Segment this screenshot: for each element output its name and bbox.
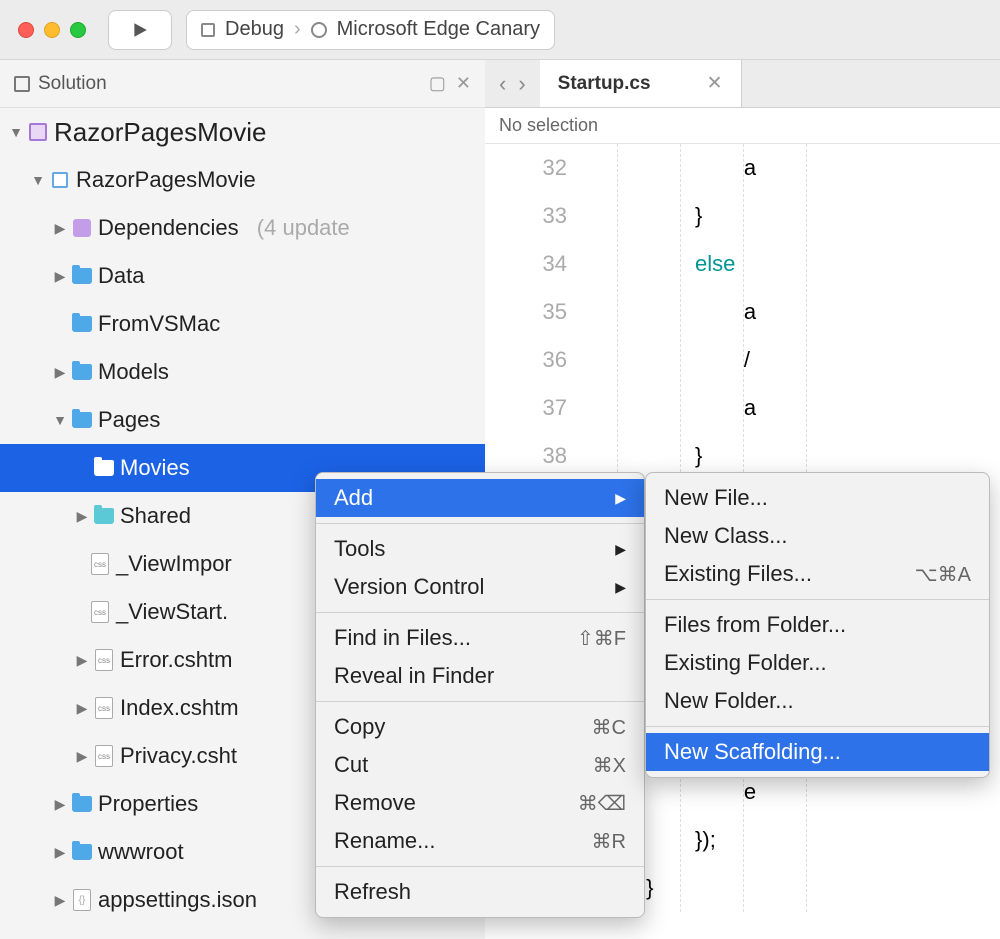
nav-forward-button[interactable]: ›: [518, 71, 525, 97]
tab-bar: ‹ › Startup.cs ✕: [485, 60, 1000, 108]
minimize-window-button[interactable]: [44, 22, 60, 38]
tree-project[interactable]: ▼RazorPagesMovie: [0, 156, 485, 204]
dock-icon[interactable]: ▢: [429, 73, 446, 94]
submenu-new-scaffolding[interactable]: New Scaffolding...: [646, 733, 989, 771]
menu-reveal-in-finder[interactable]: Reveal in Finder: [316, 657, 644, 695]
submenu-new-folder[interactable]: New Folder...: [646, 682, 989, 720]
submenu-arrow-icon: ▶: [615, 541, 626, 558]
add-submenu: New File... New Class... Existing Files.…: [645, 472, 990, 778]
tree-folder-data[interactable]: ▶Data: [0, 252, 485, 300]
menu-find-in-files[interactable]: Find in Files...⇧⌘F: [316, 619, 644, 657]
play-icon: [131, 21, 149, 39]
submenu-new-class[interactable]: New Class...: [646, 517, 989, 555]
tree-solution[interactable]: ▼RazorPagesMovie: [0, 108, 485, 156]
tab-label: Startup.cs: [558, 73, 651, 95]
submenu-new-file[interactable]: New File...: [646, 479, 989, 517]
submenu-arrow-icon: ▶: [615, 490, 626, 507]
target-icon: [311, 22, 327, 38]
submenu-arrow-icon: ▶: [615, 579, 626, 596]
config-name: Debug: [225, 18, 284, 41]
maximize-window-button[interactable]: [70, 22, 86, 38]
nav-back-button[interactable]: ‹: [499, 71, 506, 97]
titlebar: Debug › Microsoft Edge Canary: [0, 0, 1000, 60]
panel-header: Solution ▢ ✕: [0, 60, 485, 108]
submenu-files-from-folder[interactable]: Files from Folder...: [646, 606, 989, 644]
tab-close-icon[interactable]: ✕: [707, 72, 723, 95]
chevron-right-icon: ›: [294, 18, 301, 41]
submenu-existing-folder[interactable]: Existing Folder...: [646, 644, 989, 682]
tab-startup[interactable]: Startup.cs ✕: [540, 60, 742, 107]
run-configuration[interactable]: Debug › Microsoft Edge Canary: [186, 10, 555, 50]
breadcrumb[interactable]: No selection: [485, 108, 1000, 144]
config-icon: [201, 23, 215, 37]
tree-folder-pages[interactable]: ▼Pages: [0, 396, 485, 444]
menu-rename[interactable]: Rename...⌘R: [316, 822, 644, 860]
tree-folder-fromvsmac[interactable]: FromVSMac: [0, 300, 485, 348]
menu-tools[interactable]: Tools▶: [316, 530, 644, 568]
menu-remove[interactable]: Remove⌘⌫: [316, 784, 644, 822]
menu-refresh[interactable]: Refresh: [316, 873, 644, 911]
tree-dependencies[interactable]: ▶Dependencies (4 update: [0, 204, 485, 252]
context-menu: Add▶ Tools▶ Version Control▶ Find in Fil…: [315, 472, 645, 918]
target-name: Microsoft Edge Canary: [337, 18, 540, 41]
menu-copy[interactable]: Copy⌘C: [316, 708, 644, 746]
menu-add[interactable]: Add▶: [316, 479, 644, 517]
submenu-existing-files[interactable]: Existing Files...⌥⌘A: [646, 555, 989, 593]
window-controls: [18, 22, 86, 38]
close-window-button[interactable]: [18, 22, 34, 38]
panel-icon: [14, 76, 30, 92]
menu-cut[interactable]: Cut⌘X: [316, 746, 644, 784]
tree-folder-models[interactable]: ▶Models: [0, 348, 485, 396]
close-panel-icon[interactable]: ✕: [456, 73, 471, 94]
run-button[interactable]: [108, 10, 172, 50]
panel-title: Solution: [38, 73, 107, 95]
menu-version-control[interactable]: Version Control▶: [316, 568, 644, 606]
